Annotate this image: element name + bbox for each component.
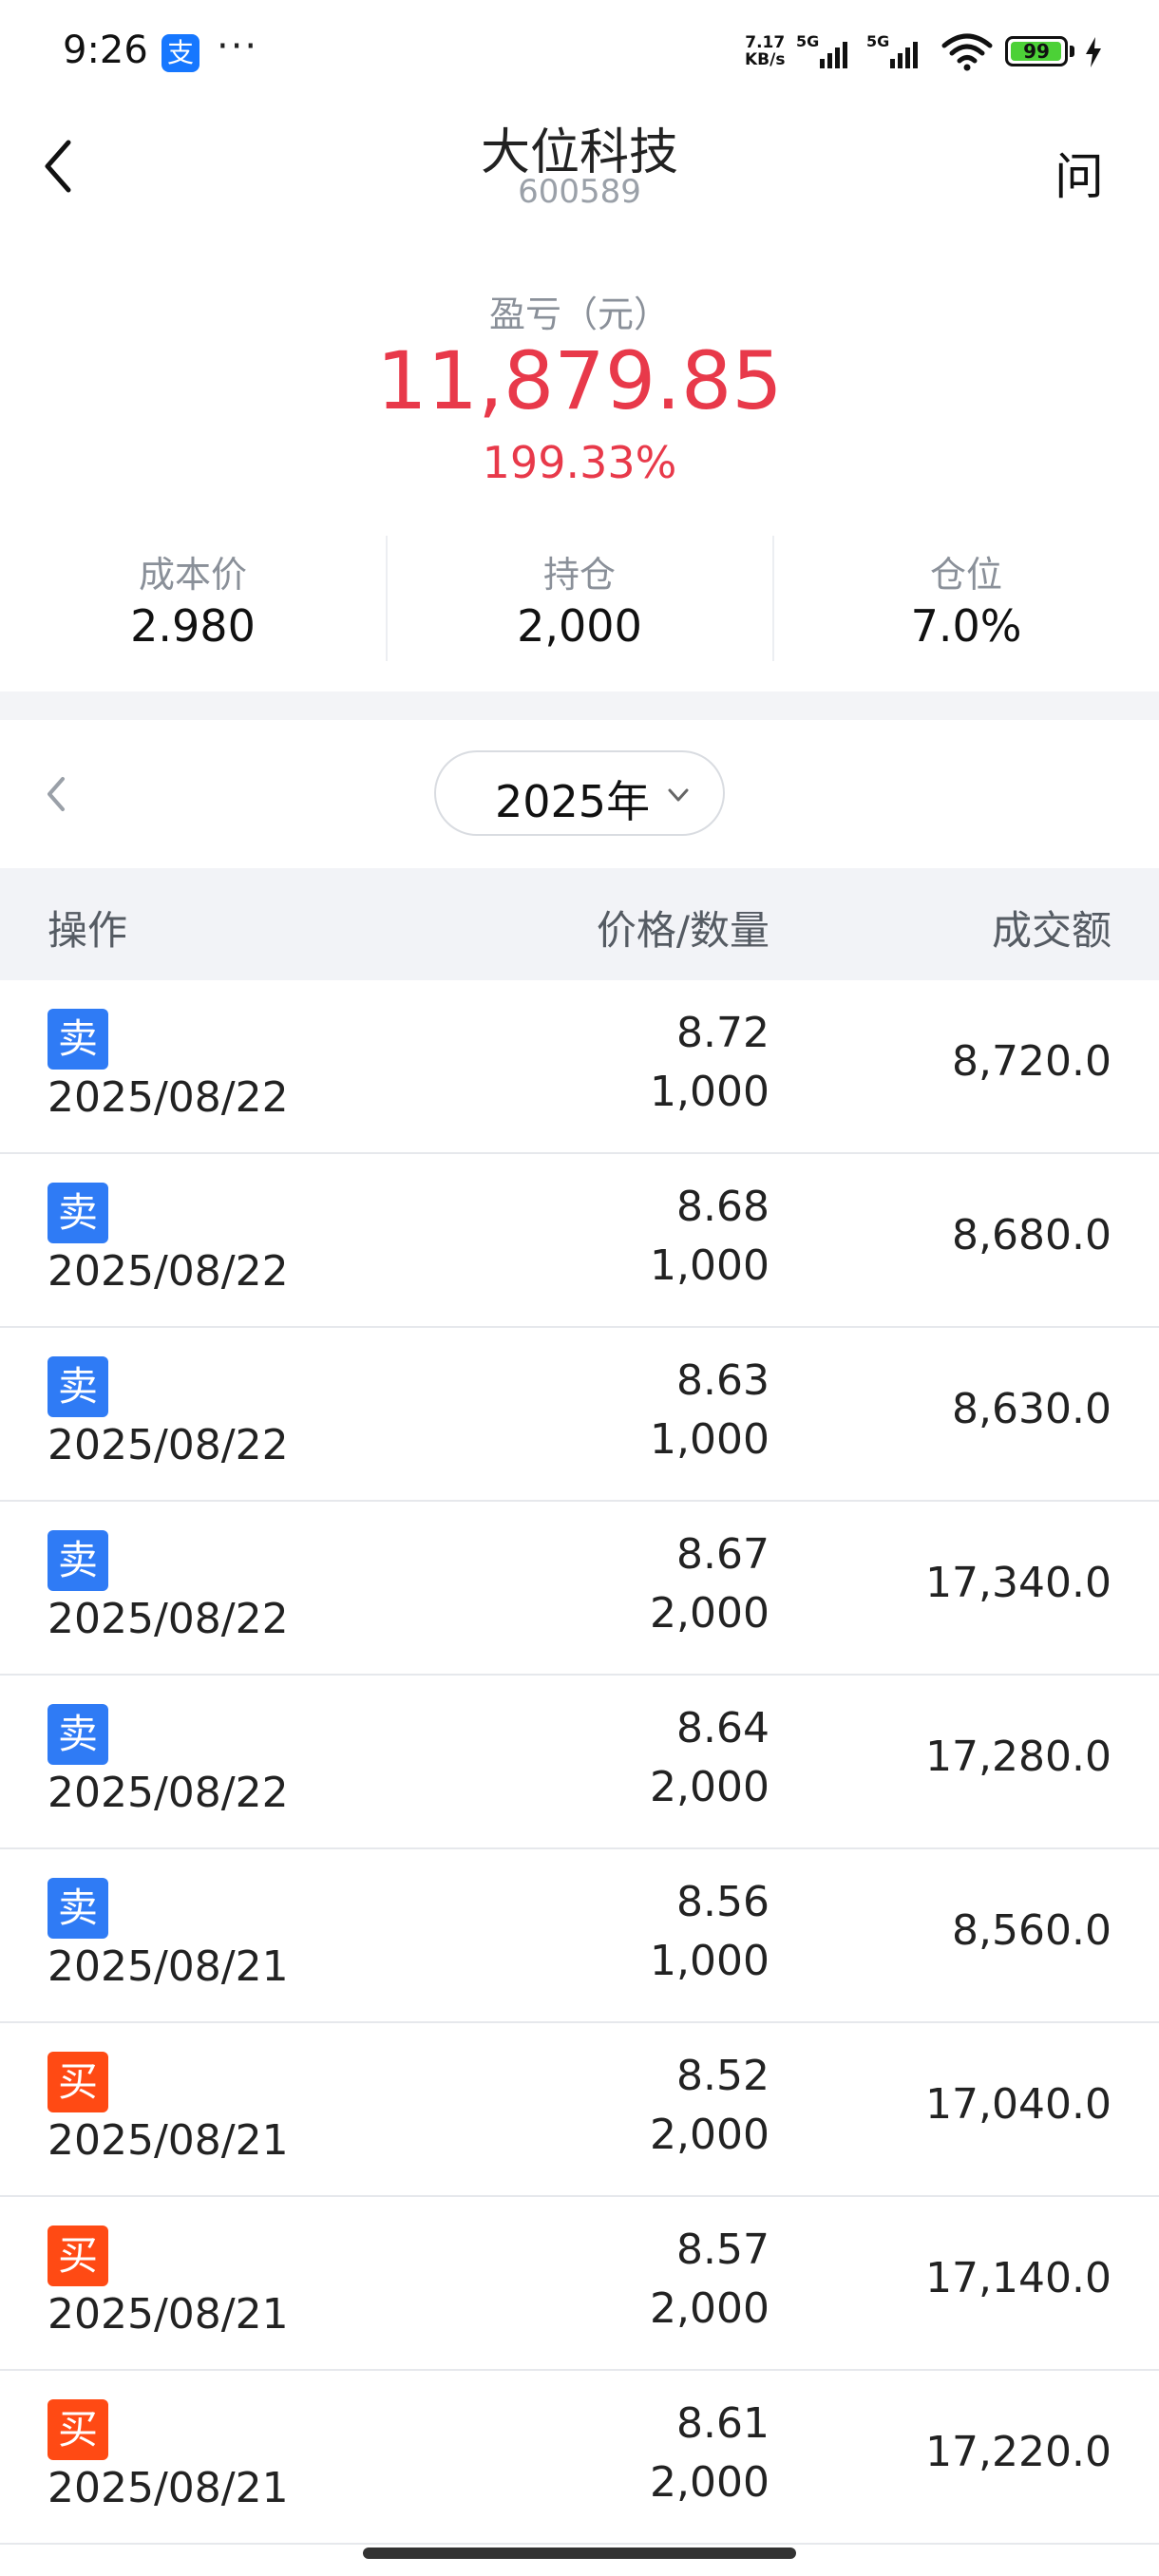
stat-label: 成本价 <box>138 554 247 596</box>
trade-row[interactable]: 卖 2025/08/22 8.68 1,000 8,680.0 <box>0 1154 1159 1328</box>
column-header-price-qty: 价格/数量 <box>596 907 770 954</box>
ask-button[interactable]: 问 <box>1054 137 1104 208</box>
alipay-icon: 支 <box>162 34 200 72</box>
trade-row[interactable]: 买 2025/08/21 8.61 2,000 17,220.0 <box>0 2371 1159 2545</box>
battery-percent: 99 <box>1023 40 1050 63</box>
section-divider <box>0 691 1159 720</box>
trade-price: 8.61 <box>676 2399 770 2448</box>
trade-quantity: 2,000 <box>650 2458 770 2507</box>
stat-holdings: 持仓 2,000 <box>387 532 772 665</box>
trade-row[interactable]: 卖 2025/08/22 8.64 2,000 17,280.0 <box>0 1676 1159 1849</box>
trade-quantity: 2,000 <box>650 2284 770 2333</box>
trade-type-badge: 卖 <box>48 1183 108 1243</box>
year-dropdown[interactable]: 2025年 <box>434 750 725 836</box>
stat-value: 2,000 <box>517 600 642 652</box>
trade-amount: 17,340.0 <box>925 1559 1112 1607</box>
trade-price: 8.63 <box>676 1356 770 1405</box>
trade-row[interactable]: 卖 2025/08/22 8.63 1,000 8,630.0 <box>0 1328 1159 1502</box>
trade-date: 2025/08/22 <box>48 1421 289 1469</box>
trade-amount: 8,680.0 <box>952 1211 1112 1260</box>
trade-type-badge: 卖 <box>48 1009 108 1070</box>
trade-price: 8.68 <box>676 1183 770 1231</box>
trade-row[interactable]: 买 2025/08/21 8.57 2,000 17,140.0 <box>0 2197 1159 2371</box>
status-bar: 9:26 支 ··· 7.17 KB/s 5G 5G 99 <box>0 0 1159 104</box>
trade-price: 8.72 <box>676 1009 770 1057</box>
battery-icon: 99 <box>1005 36 1068 66</box>
signal-icon: 5G <box>796 32 847 70</box>
trade-quantity: 2,000 <box>650 2111 770 2159</box>
trade-amount: 17,280.0 <box>925 1733 1112 1781</box>
trade-amount: 17,040.0 <box>925 2080 1112 2129</box>
status-time: 9:26 <box>63 28 148 72</box>
trade-quantity: 2,000 <box>650 1589 770 1638</box>
trade-type-badge: 卖 <box>48 1878 108 1939</box>
trade-quantity: 1,000 <box>650 1415 770 1464</box>
trade-type-badge: 买 <box>48 2052 108 2112</box>
trade-row[interactable]: 买 2025/08/21 8.52 2,000 17,040.0 <box>0 2023 1159 2197</box>
table-header: 操作 价格/数量 成交额 <box>0 868 1159 980</box>
stat-value: 2.980 <box>130 600 256 652</box>
trade-quantity: 1,000 <box>650 1241 770 1290</box>
column-header-amount: 成交额 <box>991 907 1112 954</box>
stock-code: 600589 <box>518 173 641 211</box>
trade-type-badge: 买 <box>48 2399 108 2460</box>
column-header-operation: 操作 <box>48 907 128 954</box>
trade-quantity: 1,000 <box>650 1068 770 1116</box>
wifi-icon <box>941 33 993 71</box>
trade-date: 2025/08/21 <box>48 1942 289 1991</box>
trade-price: 8.67 <box>676 1530 770 1579</box>
battery-tip <box>1070 46 1074 57</box>
stat-label: 持仓 <box>542 554 616 596</box>
stat-label: 仓位 <box>929 554 1002 596</box>
stat-value: 7.0% <box>910 600 1022 652</box>
stat-position-ratio: 仓位 7.0% <box>773 532 1159 665</box>
stat-cost-price: 成本价 2.980 <box>0 532 386 665</box>
year-dropdown-value: 2025年 <box>495 776 651 827</box>
trade-date: 2025/08/21 <box>48 2290 289 2339</box>
trade-amount: 17,220.0 <box>925 2428 1112 2476</box>
trade-amount: 8,560.0 <box>952 1906 1112 1955</box>
network-speed-unit: KB/s <box>745 50 786 69</box>
network-speed: 7.17 KB/s <box>745 34 785 68</box>
trade-type-badge: 卖 <box>48 1704 108 1765</box>
home-indicator[interactable] <box>363 2548 796 2559</box>
trade-price: 8.56 <box>676 1878 770 1926</box>
trade-date: 2025/08/22 <box>48 1073 289 1122</box>
prev-year-button[interactable] <box>38 767 76 821</box>
trade-amount: 8,720.0 <box>952 1037 1112 1086</box>
trade-list: 卖 2025/08/22 8.72 1,000 8,720.0 卖 2025/0… <box>0 980 1159 2545</box>
network-type-label: 5G <box>866 32 890 50</box>
trade-amount: 8,630.0 <box>952 1385 1112 1433</box>
trade-type-badge: 卖 <box>48 1530 108 1591</box>
trade-date: 2025/08/21 <box>48 2116 289 2165</box>
position-stats: 成本价 2.980 持仓 2,000 仓位 7.0% <box>0 532 1159 665</box>
more-notifications-icon: ··· <box>217 25 259 68</box>
trade-row[interactable]: 卖 2025/08/22 8.72 1,000 8,720.0 <box>0 980 1159 1154</box>
trade-amount: 17,140.0 <box>925 2254 1112 2302</box>
trade-date: 2025/08/22 <box>48 1769 289 1817</box>
network-type-label: 5G <box>796 32 820 50</box>
trade-price: 8.57 <box>676 2226 770 2274</box>
trade-type-badge: 卖 <box>48 1356 108 1417</box>
trade-date: 2025/08/22 <box>48 1247 289 1296</box>
trade-row[interactable]: 卖 2025/08/21 8.56 1,000 8,560.0 <box>0 1849 1159 2023</box>
charging-bolt-icon <box>1086 37 1101 67</box>
profit-loss-percent: 199.33% <box>482 437 677 488</box>
signal-icon: 5G <box>866 32 918 70</box>
trade-date: 2025/08/22 <box>48 1595 289 1643</box>
trade-date: 2025/08/21 <box>48 2464 289 2512</box>
chevron-down-icon <box>668 788 689 802</box>
trade-price: 8.52 <box>676 2052 770 2100</box>
trade-price: 8.64 <box>676 1704 770 1752</box>
trade-row[interactable]: 卖 2025/08/22 8.67 2,000 17,340.0 <box>0 1502 1159 1676</box>
trade-type-badge: 买 <box>48 2226 108 2286</box>
profit-loss-value: 11,879.85 <box>376 334 783 427</box>
trade-quantity: 1,000 <box>650 1937 770 1985</box>
profit-loss-label: 盈亏（元） <box>488 294 670 335</box>
network-speed-value: 7.17 <box>745 33 786 52</box>
trade-quantity: 2,000 <box>650 1763 770 1811</box>
